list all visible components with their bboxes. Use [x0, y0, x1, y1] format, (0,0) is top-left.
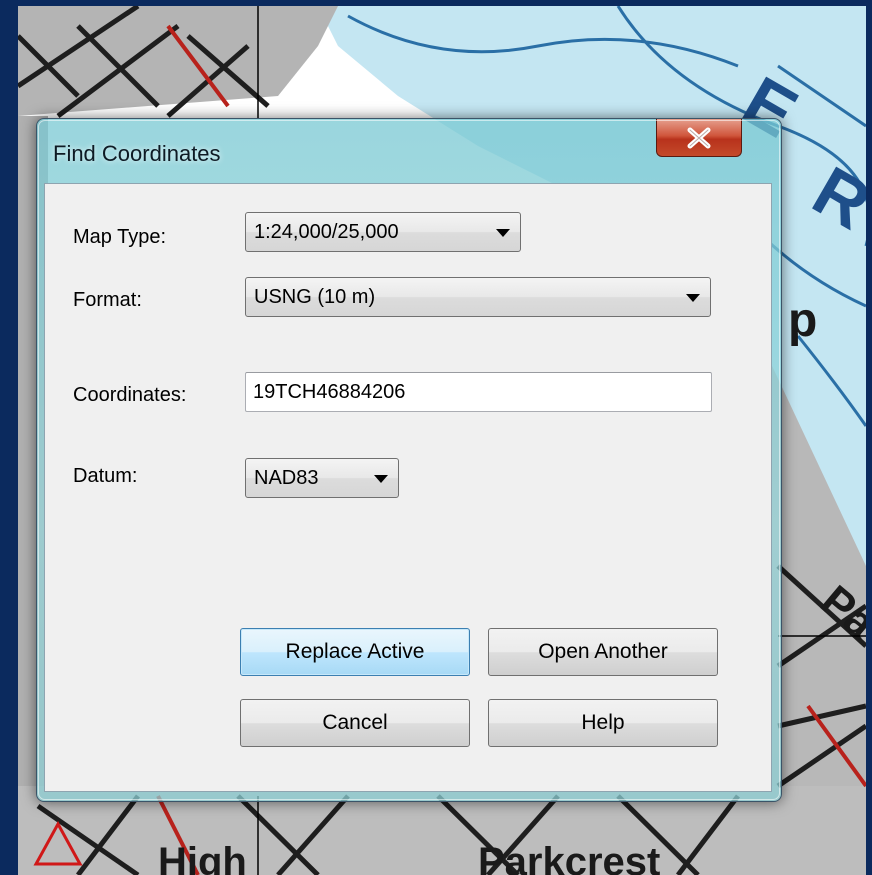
help-button[interactable]: Help [488, 699, 718, 747]
close-x-icon [687, 127, 711, 148]
datum-label: Datum: [73, 465, 138, 487]
chevron-down-icon [374, 475, 388, 483]
coordinates-label: Coordinates: [73, 384, 187, 406]
cancel-button[interactable]: Cancel [240, 699, 470, 747]
datum-dropdown[interactable]: NAD83 [245, 458, 399, 498]
map-type-dropdown[interactable]: 1:24,000/25,000 [245, 212, 521, 252]
svg-text:p: p [788, 294, 817, 347]
datum-value: NAD83 [254, 467, 319, 489]
close-button[interactable] [656, 119, 742, 157]
svg-text:High: High [158, 840, 247, 875]
map-type-label: Map Type: [73, 226, 167, 248]
find-coordinates-dialog: Find Coordinates Map Type: 1:24,000/25,0… [36, 118, 782, 802]
map-type-value: 1:24,000/25,000 [254, 221, 399, 243]
coordinates-input[interactable]: 19TCH46884206 [245, 372, 712, 412]
svg-text:Parkcrest: Parkcrest [478, 840, 660, 875]
dialog-client-area: Map Type: 1:24,000/25,000 Format: USNG (… [44, 183, 772, 792]
chevron-down-icon [686, 294, 700, 302]
replace-active-button[interactable]: Replace Active [240, 628, 470, 676]
chevron-down-icon [496, 229, 510, 237]
format-dropdown[interactable]: USNG (10 m) [245, 277, 711, 317]
format-value: USNG (10 m) [254, 286, 376, 308]
open-another-button[interactable]: Open Another [488, 628, 718, 676]
format-label: Format: [73, 289, 142, 311]
dialog-title: Find Coordinates [53, 141, 221, 166]
